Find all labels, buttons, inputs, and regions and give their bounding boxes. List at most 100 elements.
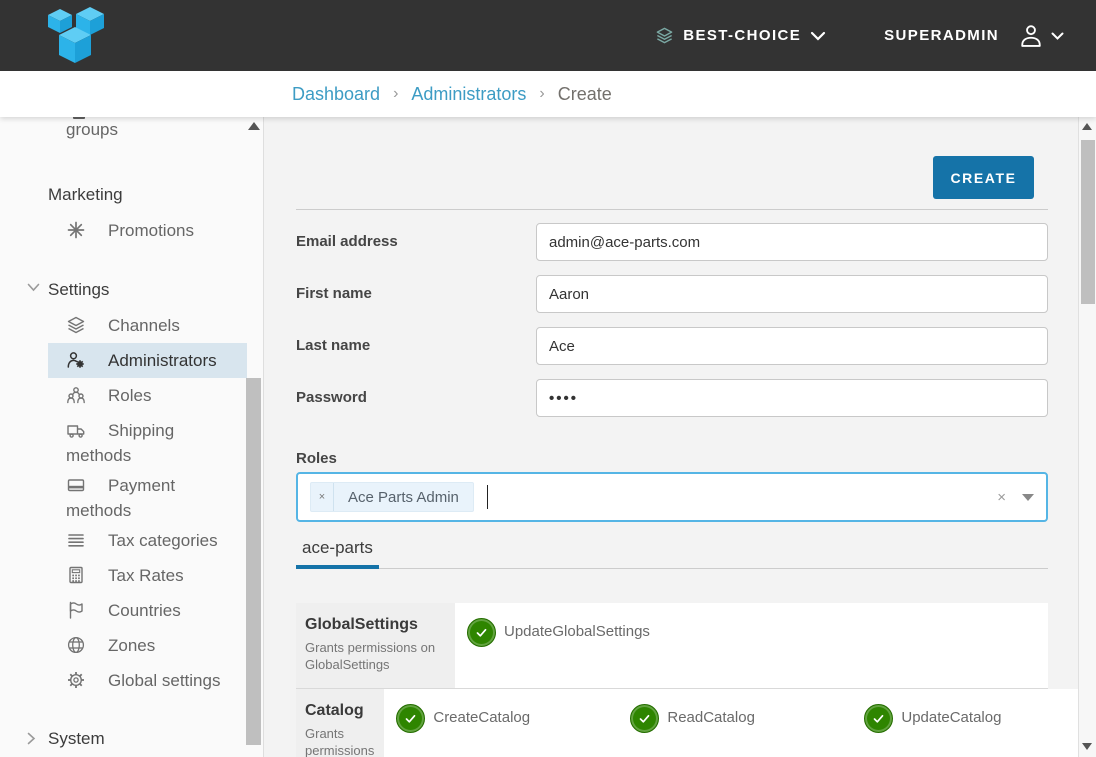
first-name-field[interactable] [536, 275, 1048, 313]
section-header-settings[interactable]: Settings [48, 277, 247, 302]
permission-label: ReadCatalog [667, 704, 755, 726]
sidebar-item-roles[interactable]: Roles [48, 378, 247, 413]
permissions-table: GlobalSettings Grants permissions on Glo… [296, 603, 1048, 757]
sidebar-item-global-settings[interactable]: Global settings [48, 663, 247, 698]
main-content: CREATE Email address First name Last nam… [264, 117, 1096, 757]
user-name: SUPERADMIN [884, 27, 999, 44]
divider [296, 209, 1048, 210]
toggle-checked-icon[interactable] [396, 704, 425, 733]
toggle-checked-icon[interactable] [630, 704, 659, 733]
administrator-gear-person-icon [66, 350, 86, 370]
text-cursor [487, 485, 488, 509]
password-label: Password [296, 379, 536, 417]
sidebar-item-label: Global settings [108, 671, 220, 690]
section-header-system[interactable]: System [48, 726, 247, 751]
dropdown-caret-icon[interactable] [1022, 494, 1034, 501]
permission-cell: UpdateCatalog [864, 704, 1096, 757]
permission-cell: CreateCatalog [396, 704, 630, 757]
main-scrollbar-thumb[interactable] [1081, 140, 1095, 304]
sidebar-item-label: Roles [108, 386, 151, 405]
sidebar-item-label: Channels [108, 316, 180, 335]
breadcrumb: Dashboard › Administrators › Create [0, 84, 612, 105]
toggle-checked-icon[interactable] [864, 704, 893, 733]
sidebar-item-administrators[interactable]: Administrators [48, 343, 247, 378]
permission-category-name: GlobalSettings [305, 615, 445, 635]
roles-people-icon [66, 385, 86, 405]
roles-multiselect[interactable]: × Ace Parts Admin × [296, 472, 1048, 522]
sidebar-item-payment-methods[interactable]: Payment methods [48, 468, 247, 523]
form-row-first-name: First name [296, 275, 1048, 313]
sidebar-item-customer-groups[interactable]: groups [48, 117, 247, 143]
permission-row-catalog: Catalog Grants permissions on Products, … [296, 689, 1048, 757]
sidebar-item-channels[interactable]: Channels [48, 308, 247, 343]
scroll-up-button[interactable] [1082, 123, 1092, 130]
payment-card-icon [66, 475, 86, 495]
breadcrumb-separator: › [539, 85, 544, 103]
email-label: Email address [296, 223, 536, 261]
password-field[interactable] [536, 379, 1048, 417]
sidebar-item-countries[interactable]: Countries [48, 593, 247, 628]
sidebar-scroll-up-button[interactable] [248, 122, 260, 132]
form-row-last-name: Last name [296, 327, 1048, 365]
breadcrumb-bar: Dashboard › Administrators › Create [0, 71, 1096, 117]
chevron-down-icon [1051, 32, 1064, 40]
main-scrollbar[interactable] [1078, 117, 1096, 757]
toggle-checked-icon[interactable] [467, 618, 496, 647]
permission-label: UpdateGlobalSettings [504, 618, 650, 640]
permission-row-globalsettings: GlobalSettings Grants permissions on Glo… [296, 603, 1048, 689]
layers-icon [655, 26, 674, 45]
sidebar-item-promotions[interactable]: Promotions [48, 213, 247, 248]
sidebar: groups Marketing Promotions [0, 117, 264, 757]
chevron-right-icon [27, 732, 36, 745]
sidebar-scrollbar-thumb[interactable] [246, 378, 261, 745]
sidebar-item-label: Promotions [108, 221, 194, 240]
breadcrumb-separator: › [393, 85, 398, 103]
vendure-logo-cubes-icon[interactable] [24, 5, 106, 67]
chip-remove-icon[interactable]: × [311, 483, 334, 511]
sidebar-item-label: groups [66, 120, 118, 139]
form-row-email: Email address [296, 223, 1048, 261]
role-chip-label: Ace Parts Admin [334, 489, 473, 506]
breadcrumb-administrators[interactable]: Administrators [411, 84, 526, 105]
permission-category: Catalog Grants permissions on Products, … [296, 689, 384, 757]
admin-create-form: Email address First name Last name Passw… [296, 223, 1048, 417]
permission-category-description: Grants permissions on GlobalSettings [305, 639, 445, 673]
clear-icon[interactable]: × [997, 489, 1006, 506]
role-chip: × Ace Parts Admin [310, 482, 474, 512]
tab-ace-parts[interactable]: ace-parts [296, 538, 379, 569]
permission-category-name: Catalog [305, 701, 374, 721]
breadcrumb-current: Create [558, 84, 612, 105]
create-button[interactable]: CREATE [933, 156, 1034, 199]
sidebar-item-label: Tax categories [108, 531, 218, 550]
last-name-field[interactable] [536, 327, 1048, 365]
scroll-down-button[interactable] [1082, 743, 1092, 750]
person-icon [1017, 22, 1045, 50]
chevron-down-icon [810, 31, 826, 41]
breadcrumb-dashboard[interactable]: Dashboard [292, 84, 380, 105]
sidebar-item-tax-rates[interactable]: Tax Rates [48, 558, 247, 593]
global-settings-gear-icon [66, 670, 86, 690]
user-menu[interactable] [1017, 22, 1064, 50]
channel-switcher[interactable]: BEST-CHOICE [655, 26, 826, 45]
promotions-icon [66, 220, 86, 240]
topbar: BEST-CHOICE SUPERADMIN [0, 0, 1096, 71]
permission-toggles: UpdateGlobalSettings [455, 603, 1048, 688]
channels-layers-icon [66, 315, 86, 335]
section-header-marketing: Marketing [48, 182, 247, 207]
sidebar-item-shipping-methods[interactable]: Shipping methods [48, 413, 247, 468]
email-field[interactable] [536, 223, 1048, 261]
first-name-label: First name [296, 275, 536, 313]
clipped-icon-fragment [73, 117, 85, 119]
countries-flag-icon [66, 600, 86, 620]
topbar-right: BEST-CHOICE SUPERADMIN [655, 22, 1096, 50]
permission-category-description: Grants permissions on Products, Facets [305, 725, 374, 757]
permission-category: GlobalSettings Grants permissions on Glo… [296, 603, 455, 688]
tax-rates-calculator-icon [66, 565, 86, 585]
sidebar-item-tax-categories[interactable]: Tax categories [48, 523, 247, 558]
sidebar-item-zones[interactable]: Zones [48, 628, 247, 663]
zones-globe-icon [66, 635, 86, 655]
permission-label: UpdateCatalog [901, 704, 1001, 726]
permission-toggles: CreateCatalog ReadCatalog UpdateCatalog [384, 689, 1096, 757]
channel-tabbar: ace-parts [296, 538, 1048, 569]
last-name-label: Last name [296, 327, 536, 365]
